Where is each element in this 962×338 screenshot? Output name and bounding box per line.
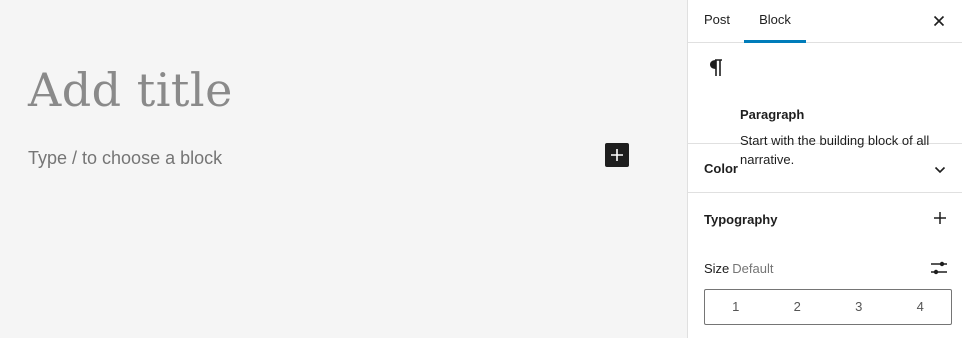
sliders-icon xyxy=(931,261,947,275)
close-icon xyxy=(933,15,945,27)
color-panel-toggle[interactable] xyxy=(930,160,950,180)
plus-icon xyxy=(934,212,946,224)
block-name: Paragraph xyxy=(740,107,805,122)
block-inserter-button[interactable] xyxy=(605,143,629,167)
chevron-down-icon xyxy=(934,166,946,174)
font-size-option-3[interactable]: 3 xyxy=(828,290,890,324)
font-size-label: Size Default xyxy=(704,261,774,276)
block-card: Paragraph Start with the building block … xyxy=(688,43,962,167)
font-size-value: Default xyxy=(732,261,774,276)
font-size-toggle-group: 1 2 3 4 xyxy=(704,289,952,325)
color-panel-title: Color xyxy=(704,161,738,176)
tab-post[interactable]: Post xyxy=(704,0,730,43)
typography-panel: Typography Size Default 1 2 3 4 xyxy=(688,193,962,338)
tab-block[interactable]: Block xyxy=(744,0,806,43)
block-appender[interactable]: Type / to choose a block xyxy=(28,146,222,170)
font-size-option-2[interactable]: 2 xyxy=(767,290,829,324)
sidebar-tabs: Post Block xyxy=(688,0,962,43)
post-title-input[interactable]: Add title xyxy=(28,62,233,118)
settings-sidebar: Post Block Paragraph Start with the buil… xyxy=(687,0,962,338)
font-size-custom-button[interactable] xyxy=(928,257,950,279)
editor-canvas: Add title Type / to choose a block xyxy=(0,0,687,338)
typography-options-button[interactable] xyxy=(930,208,950,228)
font-size-label-text: Size xyxy=(704,261,730,276)
color-panel[interactable]: Color xyxy=(688,144,962,193)
font-size-option-1[interactable]: 1 xyxy=(705,290,767,324)
close-sidebar-button[interactable] xyxy=(928,10,950,32)
font-size-option-4[interactable]: 4 xyxy=(890,290,952,324)
paragraph-icon xyxy=(710,59,722,76)
plus-icon xyxy=(611,149,623,161)
typography-panel-title: Typography xyxy=(704,212,778,227)
